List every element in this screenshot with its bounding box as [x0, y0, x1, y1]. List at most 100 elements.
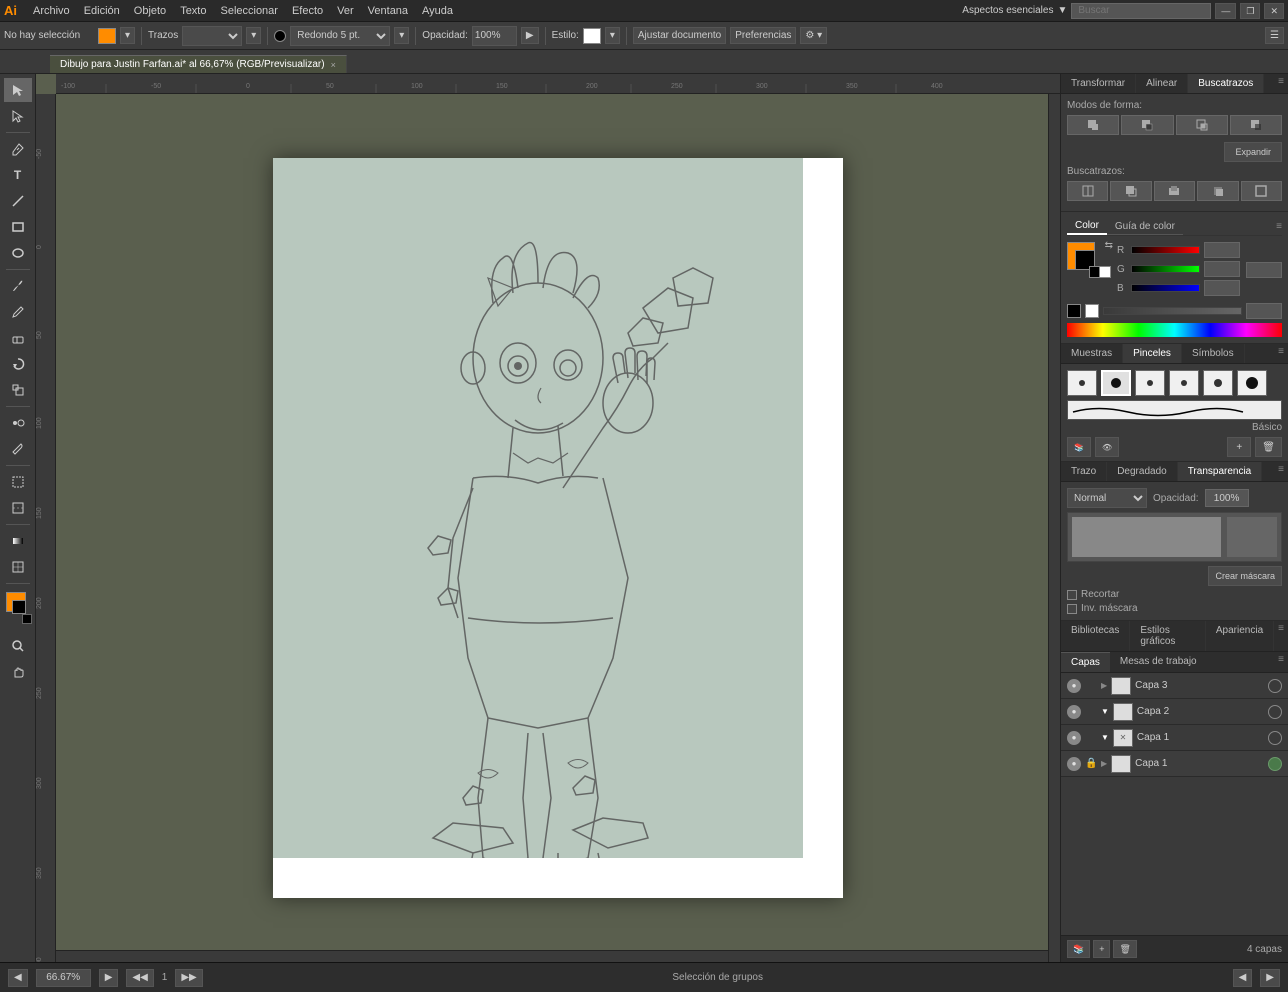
- new-layer-btn[interactable]: +: [1093, 940, 1110, 958]
- menu-efecto[interactable]: Efecto: [286, 3, 329, 19]
- exclude-btn[interactable]: [1230, 115, 1282, 135]
- menu-seleccionar[interactable]: Seleccionar: [214, 3, 283, 19]
- crop-btn[interactable]: [1197, 181, 1238, 201]
- brush-tool-btn[interactable]: [4, 274, 32, 298]
- delete-brush-btn[interactable]: 🗑: [1255, 437, 1282, 457]
- document-tab[interactable]: Dibujo para Justin Farfan.ai* al 66,67% …: [50, 55, 347, 73]
- gradient-tool-btn[interactable]: [4, 529, 32, 553]
- layer-capa1b-target[interactable]: [1268, 757, 1282, 771]
- horizontal-scrollbar[interactable]: [56, 950, 1048, 962]
- direct-select-tool-btn[interactable]: [4, 104, 32, 128]
- black-swatch-small[interactable]: [1067, 304, 1081, 318]
- mesh-tool-btn[interactable]: [4, 555, 32, 579]
- layer-capa1b-lock-icon[interactable]: 🔒: [1085, 758, 1097, 769]
- tab-mesas-trabajo[interactable]: Mesas de trabajo: [1110, 652, 1207, 672]
- create-mask-btn[interactable]: Crear máscara: [1208, 566, 1282, 586]
- slice-tool-btn[interactable]: [4, 496, 32, 520]
- layer-capa1b-visibility[interactable]: ●: [1067, 757, 1081, 771]
- pencil-tool-btn[interactable]: [4, 300, 32, 324]
- layers-options-icon[interactable]: ≡: [1274, 621, 1288, 651]
- brush-preview-btn[interactable]: 👁: [1095, 437, 1119, 457]
- delete-layer-btn[interactable]: 🗑: [1113, 940, 1136, 958]
- layer-row-capa1-b[interactable]: ● 🔒 ▶ Capa 1: [1061, 751, 1288, 777]
- layer-capa1a-expand[interactable]: ▼: [1101, 733, 1109, 742]
- panel-options-icon[interactable]: ≡: [1274, 74, 1288, 93]
- artboard-prev-btn[interactable]: ◀◀: [126, 969, 153, 987]
- menu-archivo[interactable]: Archivo: [27, 3, 76, 19]
- tab-simbolos[interactable]: Símbolos: [1182, 344, 1245, 363]
- tab-close-btn[interactable]: ×: [331, 60, 336, 70]
- new-brush-btn[interactable]: +: [1227, 437, 1251, 457]
- tab-bibliotecas[interactable]: Bibliotecas: [1061, 621, 1130, 651]
- layer-capa3-target[interactable]: [1268, 679, 1282, 693]
- restore-button[interactable]: ❐: [1240, 3, 1260, 19]
- minus-front-btn[interactable]: [1121, 115, 1173, 135]
- menu-texto[interactable]: Texto: [174, 3, 212, 19]
- divide-btn[interactable]: [1067, 181, 1108, 201]
- layer-capa1b-expand[interactable]: ▶: [1101, 759, 1107, 768]
- trim-btn[interactable]: [1110, 181, 1151, 201]
- style-swatch[interactable]: [583, 28, 601, 44]
- layer-capa1a-visibility[interactable]: ●: [1067, 731, 1081, 745]
- timeline-play-btn[interactable]: ▶: [1260, 969, 1280, 987]
- default-white-icon[interactable]: [1099, 266, 1111, 278]
- opacity-input[interactable]: [472, 26, 517, 46]
- brush-library-btn[interactable]: 📚: [1067, 437, 1091, 457]
- brush-item-4[interactable]: [1169, 370, 1199, 396]
- layer-capa3-expand[interactable]: ▶: [1101, 681, 1107, 690]
- swap-colors-icon[interactable]: ⇆: [1105, 240, 1113, 251]
- opacity-increase-btn[interactable]: ▶: [521, 27, 539, 44]
- ellipse-tool-btn[interactable]: [4, 241, 32, 265]
- unite-btn[interactable]: [1067, 115, 1119, 135]
- default-colors-icon[interactable]: [22, 614, 32, 624]
- expand-button[interactable]: Expandir: [1224, 142, 1282, 162]
- search-input[interactable]: [1071, 3, 1211, 19]
- tab-alinear[interactable]: Alinear: [1136, 74, 1188, 93]
- extra-options-btn[interactable]: ⚙ ▾: [800, 27, 827, 44]
- zoom-input[interactable]: [36, 969, 91, 987]
- eyedropper-tool-btn[interactable]: [4, 437, 32, 461]
- close-button[interactable]: ✕: [1264, 3, 1284, 19]
- layer-row-capa2[interactable]: ● ▼ Capa 2: [1061, 699, 1288, 725]
- layers-panel-options-icon[interactable]: ≡: [1274, 652, 1288, 672]
- color-tab-guide[interactable]: Guía de color: [1107, 219, 1183, 235]
- brush-select[interactable]: Redondo 5 pt.: [290, 26, 390, 46]
- adjust-document-btn[interactable]: Ajustar documento: [633, 27, 726, 44]
- opacity-trans-input[interactable]: [1205, 489, 1249, 507]
- color-tab-color[interactable]: Color: [1067, 218, 1107, 235]
- nav-next-btn[interactable]: ▶: [99, 969, 119, 987]
- brush-item-6[interactable]: [1237, 370, 1267, 396]
- outline-btn[interactable]: [1241, 181, 1282, 201]
- workspace-dropdown-icon[interactable]: ▼: [1057, 5, 1067, 16]
- tab-buscatrazos[interactable]: Buscatrazos: [1188, 74, 1264, 93]
- tab-trazo[interactable]: Trazo: [1061, 462, 1107, 481]
- layer-capa1a-target[interactable]: [1268, 731, 1282, 745]
- blend-tool-btn[interactable]: [4, 411, 32, 435]
- menu-ver[interactable]: Ver: [331, 3, 360, 19]
- transparency-options-icon[interactable]: ≡: [1274, 462, 1288, 481]
- layer-row-capa1-a[interactable]: ● ▼ ✕ Capa 1: [1061, 725, 1288, 751]
- menu-edicion[interactable]: Edición: [78, 3, 126, 19]
- rotate-tool-btn[interactable]: [4, 352, 32, 376]
- brush-item-5[interactable]: [1203, 370, 1233, 396]
- color-spectrum-bar[interactable]: [1067, 323, 1282, 337]
- b-slider[interactable]: [1131, 284, 1200, 292]
- intersect-btn[interactable]: [1176, 115, 1228, 135]
- tab-capas[interactable]: Capas: [1061, 652, 1110, 672]
- brush-item-1[interactable]: [1067, 370, 1097, 396]
- fill-color-swatch[interactable]: [98, 28, 116, 44]
- timeline-prev-btn[interactable]: ◀: [1233, 969, 1253, 987]
- r-value-input[interactable]: [1204, 242, 1240, 258]
- type-tool-btn[interactable]: T: [4, 163, 32, 187]
- stroke-swatch[interactable]: [12, 600, 26, 614]
- menu-objeto[interactable]: Objeto: [128, 3, 172, 19]
- color-panel-options-icon[interactable]: ≡: [1276, 221, 1282, 232]
- opacity-mini-slider[interactable]: [1103, 307, 1242, 315]
- artboard-next-btn[interactable]: ▶▶: [175, 969, 202, 987]
- scale-tool-btn[interactable]: [4, 378, 32, 402]
- artboard-tool-btn[interactable]: [4, 470, 32, 494]
- vertical-scrollbar[interactable]: [1048, 94, 1060, 962]
- hand-tool-btn[interactable]: [4, 660, 32, 684]
- fill-arrow-btn[interactable]: ▾: [120, 27, 135, 44]
- b-value-input[interactable]: [1204, 280, 1240, 296]
